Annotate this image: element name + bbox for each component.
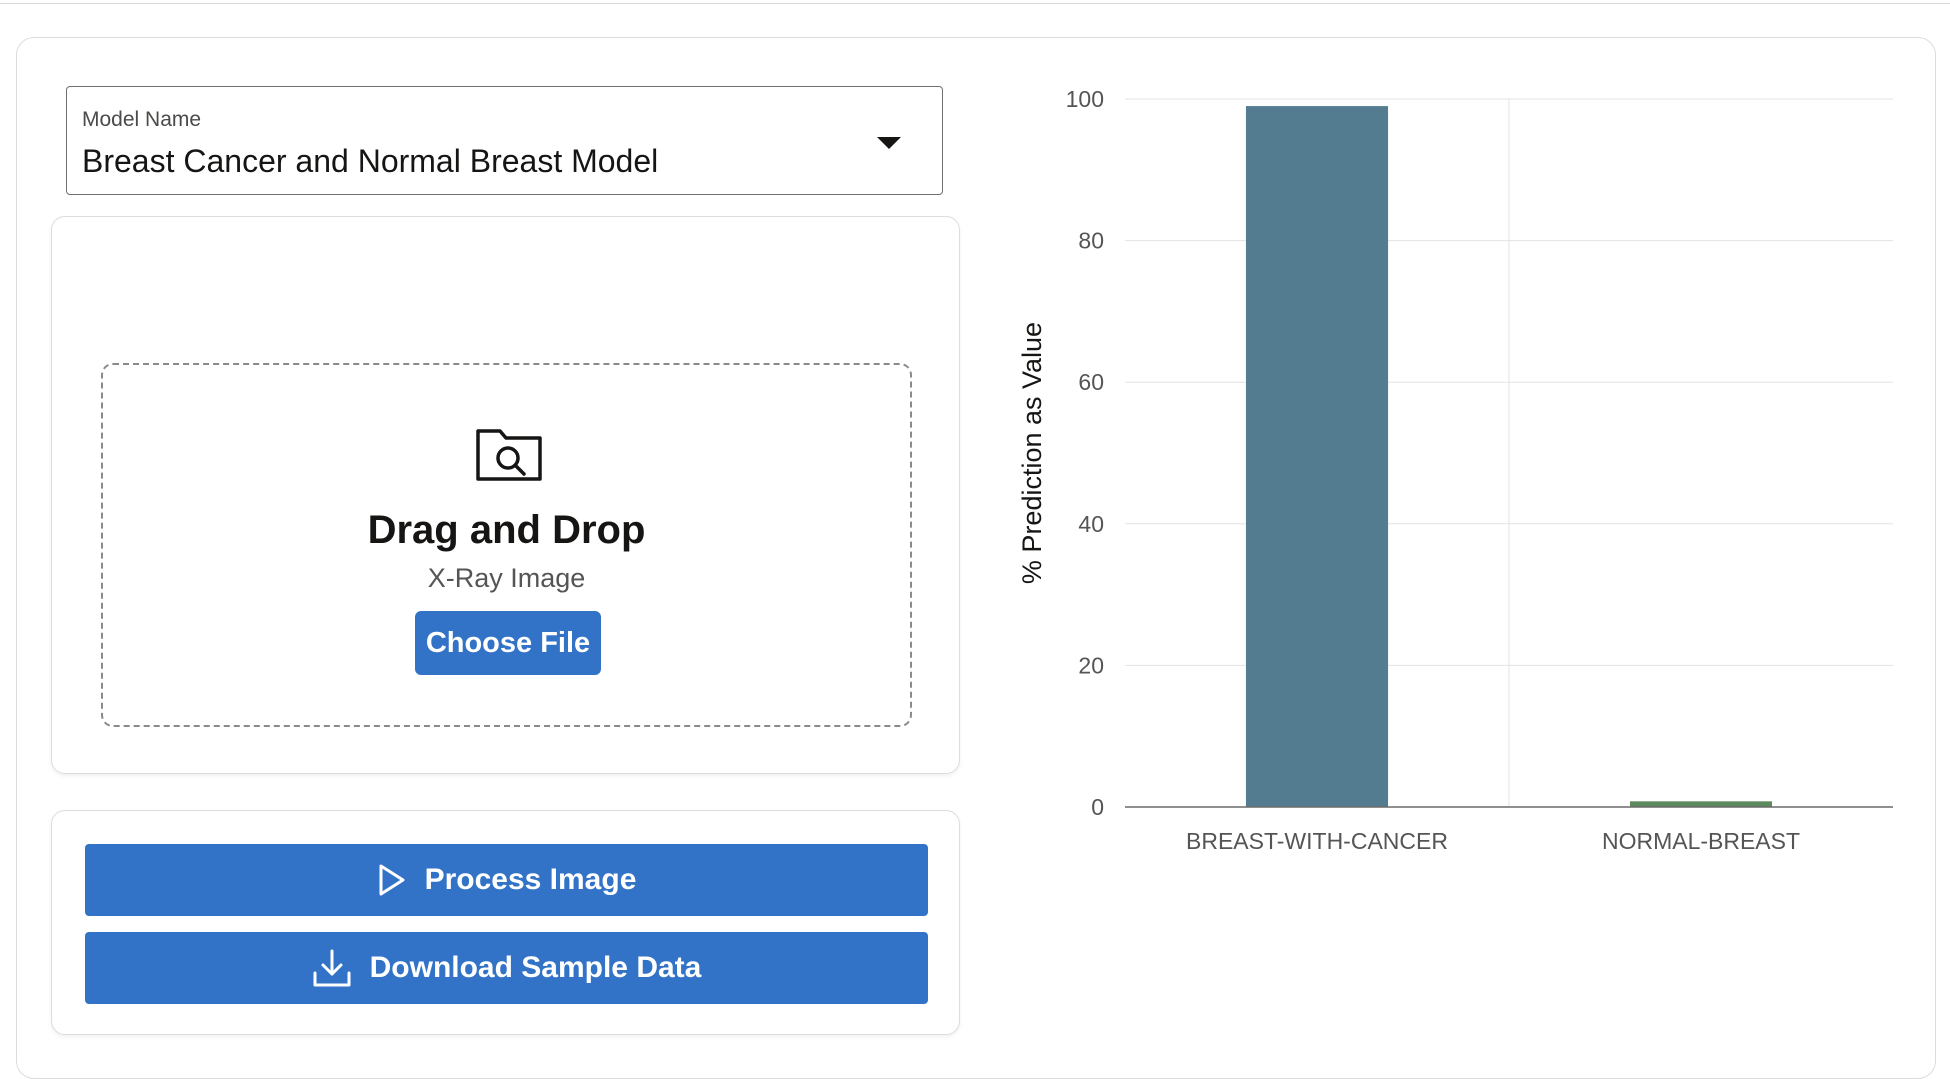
download-sample-data-button[interactable]: Download Sample Data [85,932,928,1004]
upload-card: Drag and Drop X-Ray Image Choose File [51,216,960,774]
x-tick-label: BREAST-WITH-CANCER [1186,828,1448,854]
bar [1629,801,1773,807]
y-tick-label: 80 [1078,228,1104,254]
y-tick-label: 0 [1091,794,1104,820]
top-divider [0,0,1950,4]
prediction-chart: 0 20 40 60 80 100 BREAST-WITH-CANCER NORMAL-BRE… [1000,60,1930,900]
prediction-chart-svg: 0 20 40 60 80 100 BREAST-WITH-CANCER NORMAL-BRE… [1017,86,1893,854]
model-name-value: Breast Cancer and Normal Breast Model [82,143,659,179]
drop-zone[interactable]: Drag and Drop X-Ray Image Choose File [101,363,912,727]
actions-card: Process Image Download Sample Data [51,810,960,1035]
folder-search-icon [476,429,542,481]
drag-drop-subtitle: X-Ray Image [427,563,586,593]
process-image-label: Process Image [424,863,637,896]
download-sample-data-label: Download Sample Data [369,951,702,984]
y-tick-label: 100 [1066,86,1104,112]
drag-drop-title: Drag and Drop [367,508,646,552]
play-icon [379,864,405,896]
chevron-down-icon[interactable] [877,137,901,149]
x-tick-label: NORMAL-BREAST [1602,828,1800,854]
y-tick-label: 40 [1078,511,1104,537]
choose-file-button[interactable]: Choose File [415,611,601,675]
y-tick-label: 20 [1078,652,1104,678]
bar [1245,106,1389,807]
download-icon [313,949,351,987]
model-name-select[interactable]: Model Name Breast Cancer and Normal Brea… [66,86,943,195]
process-image-button[interactable]: Process Image [85,844,928,916]
y-tick-label: 60 [1078,369,1104,395]
model-name-label: Model Name [82,108,202,131]
y-axis-label: % Prediction as Value [1017,322,1047,584]
